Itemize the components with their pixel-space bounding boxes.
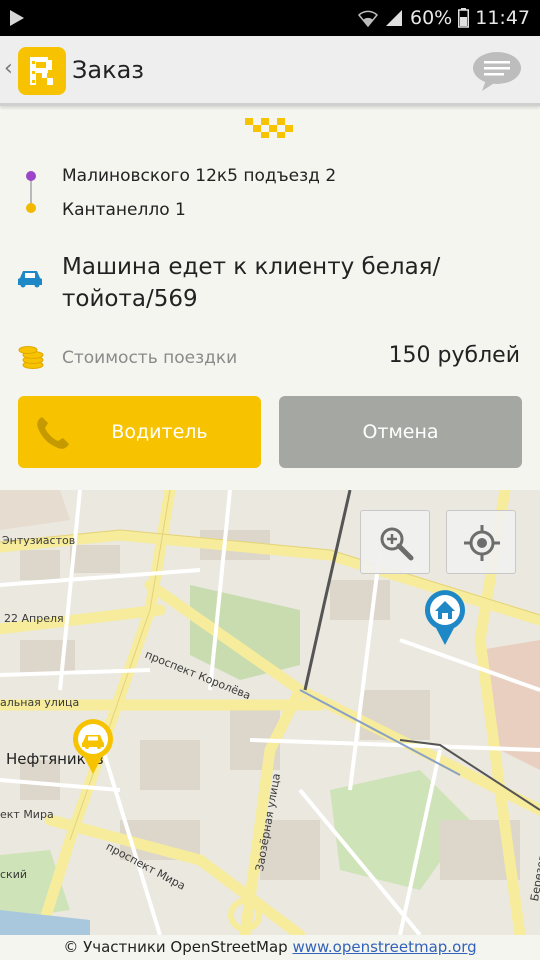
coins-icon [18, 346, 44, 369]
cancel-order-button[interactable]: Отмена [279, 396, 522, 468]
status-bar: 60% 11:47 [0, 0, 540, 36]
destination-dot [26, 203, 36, 213]
page-title: Заказ [72, 56, 145, 84]
map-attribution: © Участники OpenStreetMap www.openstreet… [0, 935, 540, 960]
call-driver-label: Водитель [111, 421, 208, 443]
street-label: ект Мира [0, 808, 54, 821]
street-label: Энтузиастов [2, 534, 76, 547]
wifi-icon [358, 9, 378, 27]
clock: 11:47 [475, 7, 530, 29]
osm-link[interactable]: www.openstreetmap.org [292, 938, 476, 956]
chat-icon[interactable] [472, 50, 522, 92]
destination-address: Кантанелло 1 [62, 200, 186, 220]
street-label: ский [0, 868, 27, 881]
zoom-icon [380, 527, 414, 561]
signal-icon [384, 9, 404, 27]
back-icon[interactable]: ‹ [4, 58, 13, 80]
crosshair-icon [464, 525, 500, 561]
attribution-text: © Участники OpenStreetMap [63, 938, 288, 956]
car-icon [18, 271, 42, 288]
app-logo[interactable] [18, 47, 66, 95]
cancel-label: Отмена [362, 421, 439, 443]
app-bar: ‹ Заказ [0, 36, 540, 106]
cost-value: 150 рублей [388, 343, 520, 368]
origin-dot [26, 171, 36, 181]
taxi-checker-icon [245, 118, 293, 138]
locate-button[interactable] [446, 510, 516, 574]
home-pin-icon[interactable] [422, 588, 468, 646]
origin-address: Малиновского 12к5 подъезд 2 [62, 166, 337, 186]
cost-label: Стоимость поездки [62, 348, 238, 368]
play-store-icon [10, 10, 24, 26]
taxi-pin-icon[interactable] [70, 717, 116, 775]
map-view[interactable]: Энтузиастов 22 Апреля проспект Королёва … [0, 490, 540, 935]
taxi-order-screen: 60% 11:47 ‹ Заказ Малиновского 12к5 подъ… [0, 0, 540, 960]
street-label: 22 Апреля [4, 612, 64, 625]
call-driver-button[interactable]: Водитель [18, 396, 261, 468]
order-status: Машина едет к клиенту белая/ тойота/569 [62, 254, 441, 312]
zoom-button[interactable] [360, 510, 430, 574]
battery-percent: 60% [410, 7, 453, 29]
street-label: альная улица [0, 696, 80, 709]
battery-icon [458, 8, 470, 28]
